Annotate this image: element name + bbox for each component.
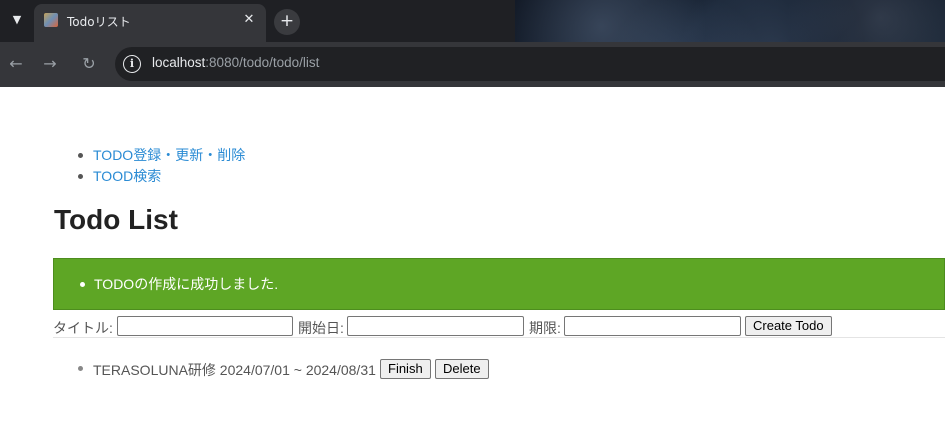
due-date-label: 期限: bbox=[529, 320, 561, 336]
nav-item-todo-register: TODO登録・更新・削除 bbox=[77, 145, 245, 166]
url-host: localhost bbox=[152, 55, 206, 70]
page-title: Todo List bbox=[54, 204, 178, 235]
title-label: タイトル: bbox=[53, 320, 113, 336]
nav-menu: TODO登録・更新・削除 TOOD検索 bbox=[77, 145, 245, 187]
create-todo-button[interactable]: Create Todo bbox=[745, 316, 832, 336]
start-date-label: 開始日: bbox=[298, 320, 344, 336]
browser-toolbar: ← → ↻ i localhost:8080/todo/todo/list bbox=[0, 42, 945, 87]
title-input[interactable] bbox=[117, 316, 293, 336]
nav-link-todo-register[interactable]: TODO登録・更新・削除 bbox=[93, 147, 245, 163]
todo-item: TERASOLUNA研修 2024/07/01 ~ 2024/08/31 Fin… bbox=[78, 358, 693, 380]
alert-message: TODOの作成に成功しました. bbox=[79, 276, 279, 292]
address-bar[interactable]: i localhost:8080/todo/todo/list bbox=[115, 47, 945, 81]
tab-close-icon[interactable]: ✕ bbox=[240, 11, 258, 29]
page-content: TODO登録・更新・削除 TOOD検索 Todo List TODOの作成に成功… bbox=[0, 87, 945, 423]
due-date-input[interactable] bbox=[564, 316, 741, 336]
divider bbox=[53, 337, 945, 338]
alert-message-list: TODOの作成に成功しました. bbox=[79, 275, 279, 293]
success-alert: TODOの作成に成功しました. bbox=[53, 258, 945, 310]
url-path: :8080/todo/todo/list bbox=[205, 55, 320, 70]
nav-item-todo-search: TOOD検索 bbox=[77, 166, 245, 187]
forward-arrow-icon[interactable]: → bbox=[39, 53, 61, 75]
browser-tab-active[interactable]: Todoリスト ✕ bbox=[34, 4, 266, 42]
finish-button[interactable]: Finish bbox=[380, 359, 431, 379]
todo-list: TERASOLUNA研修 2024/07/01 ~ 2024/08/31 Fin… bbox=[78, 358, 693, 380]
start-date-input[interactable] bbox=[347, 316, 524, 336]
todo-item-text: TERASOLUNA研修 2024/07/01 ~ 2024/08/31 bbox=[93, 362, 376, 378]
address-url[interactable]: localhost:8080/todo/todo/list bbox=[152, 55, 319, 70]
create-todo-form: タイトル: 開始日: 期限: Create Todo bbox=[53, 316, 945, 338]
nav-link-todo-search[interactable]: TOOD検索 bbox=[93, 168, 161, 184]
tab-search-dropdown-icon[interactable]: ▼ bbox=[6, 10, 28, 30]
site-info-icon[interactable]: i bbox=[123, 55, 141, 73]
back-arrow-icon[interactable]: ← bbox=[5, 53, 27, 75]
tab-favicon-icon bbox=[44, 13, 58, 27]
delete-button[interactable]: Delete bbox=[435, 359, 489, 379]
new-tab-plus-icon[interactable]: + bbox=[274, 9, 300, 35]
reload-icon[interactable]: ↻ bbox=[78, 53, 100, 75]
tab-title: Todoリスト bbox=[67, 15, 131, 29]
